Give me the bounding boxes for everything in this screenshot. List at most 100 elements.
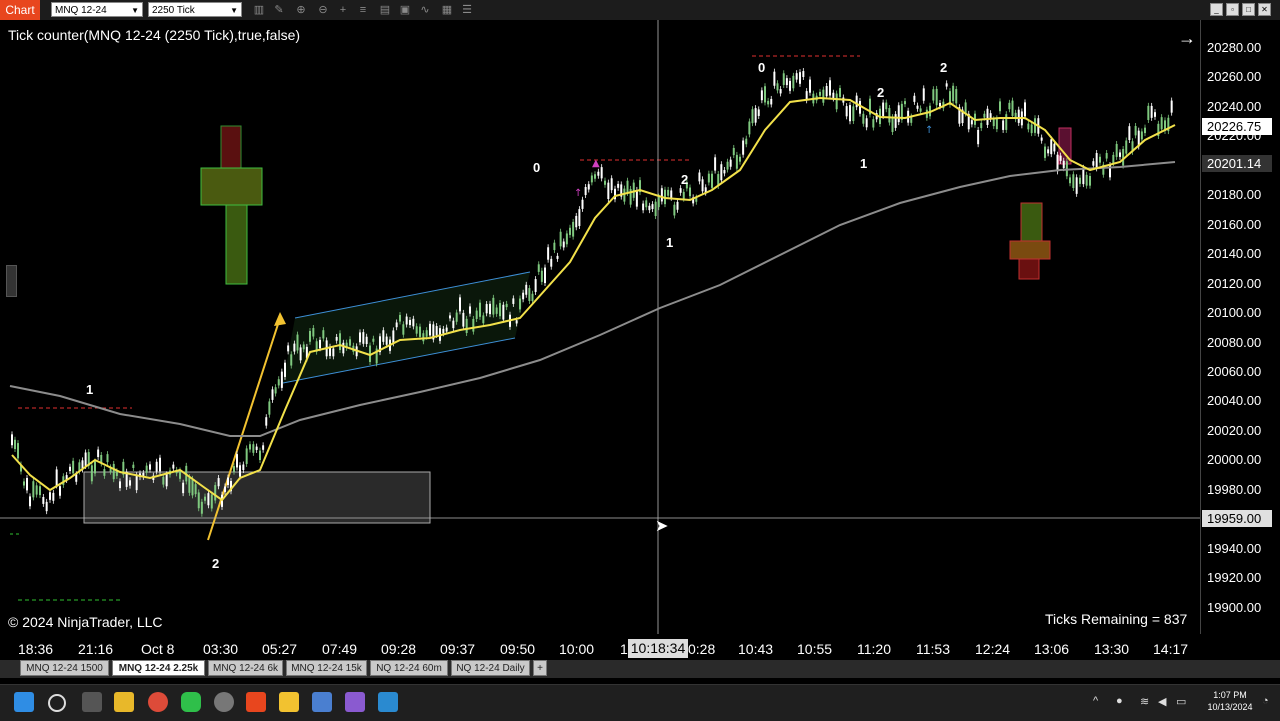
battery-icon[interactable]: ▭ (1176, 695, 1186, 708)
strategies-icon[interactable]: ▦ (440, 3, 454, 17)
chart-plot-area[interactable]: ▲ ↑ ↑ (0, 20, 1200, 634)
restore-icon[interactable]: ▫ (1226, 3, 1239, 16)
draw-tool-icon[interactable]: ✎ (272, 3, 286, 17)
candle-body (94, 461, 96, 474)
candle-body (1011, 100, 1014, 116)
candle-body (1112, 154, 1115, 164)
candle-body (757, 109, 760, 116)
candle-body (210, 494, 213, 509)
candle-body (103, 469, 106, 476)
notification-icon[interactable]: ◔ (1262, 695, 1269, 707)
candle-body (482, 315, 485, 324)
scroll-handle[interactable] (6, 265, 17, 297)
candle-body (475, 310, 478, 319)
candle-body (191, 478, 194, 496)
candle-body (1024, 102, 1026, 117)
instrument-select[interactable]: MNQ 12-24 ▼ (51, 2, 143, 17)
microphone-icon[interactable]: ● (1116, 695, 1123, 707)
candle-body (412, 318, 415, 327)
candle-body (84, 452, 87, 466)
price-tick-label: 19940.00 (1207, 540, 1262, 556)
interval-select[interactable]: 2250 Tick ▼ (148, 2, 242, 17)
add-tab-button[interactable]: + (533, 660, 547, 676)
candle-body (1059, 155, 1062, 161)
crosshair-icon[interactable]: + (336, 3, 350, 17)
candle-body (723, 170, 726, 174)
tab-nq-60m[interactable]: NQ 12-24 60m (370, 660, 448, 676)
search-icon[interactable] (48, 694, 66, 712)
settings-icon[interactable] (214, 692, 234, 712)
calculator-icon[interactable] (312, 692, 332, 712)
time-tick-label: 09:37 (440, 641, 476, 657)
line-app-icon[interactable] (181, 692, 201, 712)
ninjatrader-icon[interactable] (246, 692, 266, 712)
candle-body (584, 186, 587, 196)
windows-start-icon[interactable] (14, 692, 34, 712)
candle-body (259, 450, 261, 461)
templates-icon[interactable]: ▤ (378, 3, 392, 17)
task-view-icon[interactable] (82, 692, 102, 712)
candle-body (465, 318, 468, 334)
candle-body (1002, 120, 1005, 130)
swing-count-label: 1 (860, 156, 868, 171)
candle-body (1134, 126, 1137, 136)
profile-block-bottom (225, 204, 248, 285)
candle-body (119, 481, 121, 489)
price-tick-label: 20260.00 (1207, 69, 1262, 85)
time-tick-label: 13:30 (1094, 641, 1130, 657)
candle-body (955, 89, 958, 104)
tab-mnq-1500[interactable]: MNQ 12-24 1500 (20, 660, 109, 676)
candle-body (667, 189, 670, 196)
minimize-icon[interactable]: _ (1210, 3, 1223, 16)
candle-body (155, 461, 158, 472)
indicators-icon[interactable]: ∿ (418, 3, 432, 17)
time-tick-label: Oct 8 (141, 641, 175, 657)
candle-body (632, 182, 635, 198)
video-editor-icon[interactable] (345, 692, 365, 712)
candle-body (1005, 114, 1008, 130)
slow-moving-average (9, 161, 1176, 437)
bars-type-icon[interactable]: ▥ (252, 3, 266, 17)
system-clock[interactable]: 1:07 PM 10/13/2024 (1200, 689, 1260, 713)
candle-body (654, 201, 657, 217)
candle-body (159, 457, 161, 472)
scroll-right-icon[interactable]: → (1178, 28, 1196, 49)
candle-body (594, 174, 596, 179)
chart-app-tab[interactable]: Chart (0, 0, 40, 20)
file-explorer-icon[interactable] (114, 692, 134, 712)
candle-body (779, 89, 782, 94)
screenshot-icon[interactable]: ▣ (398, 3, 412, 17)
mouse-cursor-icon: ➤ (655, 518, 669, 535)
volume-icon[interactable]: ◀ (1158, 695, 1166, 708)
chevron-down-icon: ▼ (131, 6, 139, 15)
properties-icon[interactable]: ≡ (356, 3, 370, 17)
candle-body (610, 178, 613, 191)
candle-body (274, 387, 277, 394)
candle-body (293, 343, 296, 352)
candle-body (1027, 123, 1030, 130)
app-icon[interactable] (279, 692, 299, 712)
chevron-up-icon[interactable]: ^ (1093, 695, 1098, 707)
tab-mnq-6k[interactable]: MNQ 12-24 6k (208, 660, 283, 676)
layout-icon[interactable]: ☰ (460, 3, 474, 17)
zoom-in-icon[interactable]: ⊕ (294, 3, 308, 17)
candle-body (26, 477, 28, 491)
wifi-icon[interactable]: ≋ (1140, 695, 1149, 708)
candle-body (1008, 102, 1011, 110)
swing-count-label: 2 (681, 172, 689, 187)
candle-body (657, 196, 660, 208)
candle-body (795, 73, 798, 80)
tab-mnq-2-25k[interactable]: MNQ 12-24 2.25k (112, 660, 205, 676)
tab-mnq-15k[interactable]: MNQ 12-24 15k (286, 660, 367, 676)
candle-body (792, 75, 795, 89)
chrome-icon[interactable] (148, 692, 168, 712)
maximize-icon[interactable]: □ (1242, 3, 1255, 16)
tab-nq-daily[interactable]: NQ 12-24 Daily (451, 660, 530, 676)
close-icon[interactable]: ✕ (1258, 3, 1271, 16)
candle-body (1053, 143, 1056, 152)
candle-body (852, 106, 855, 122)
app-icon[interactable] (378, 692, 398, 712)
candle-body (670, 190, 673, 198)
candle-body (172, 464, 175, 469)
zoom-out-icon[interactable]: ⊖ (316, 3, 330, 17)
